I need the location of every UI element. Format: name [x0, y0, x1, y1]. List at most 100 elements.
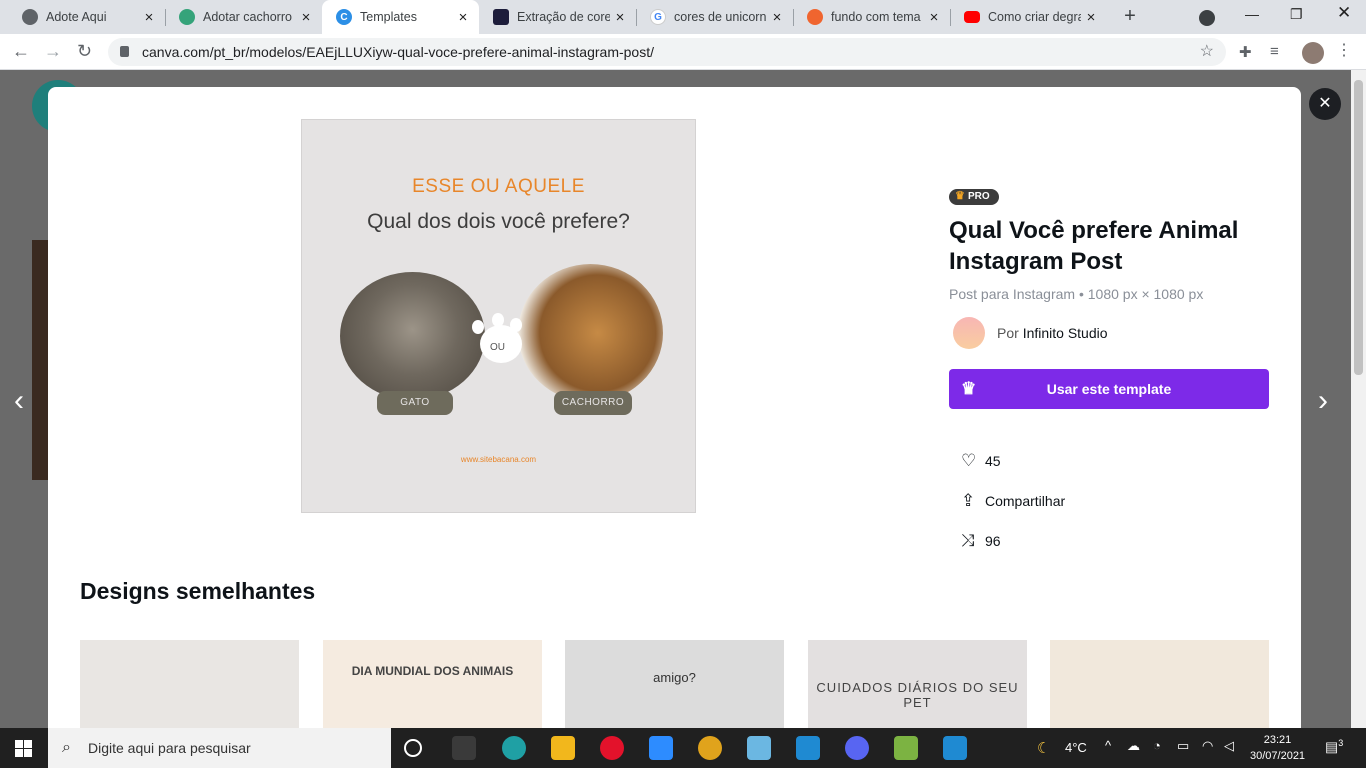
tab-title: Como criar degra: [988, 10, 1081, 24]
clock-date: 30/07/2021: [1250, 750, 1306, 762]
similar-card[interactable]: [80, 640, 299, 728]
template-title: Qual Você prefere Animal Instagram Post: [949, 217, 1239, 275]
wifi-icon[interactable]: ◠: [1202, 738, 1213, 754]
url-text: canva.com/pt_br/modelos/EAEjLLUXiyw-qual…: [142, 44, 654, 60]
windows-start-icon[interactable]: [15, 740, 32, 757]
tab-title: cores de unicorni: [674, 10, 767, 24]
moon-weather-icon[interactable]: ☾: [1037, 739, 1050, 757]
close-tab-icon[interactable]: ×: [139, 9, 159, 26]
scrollbar-thumb[interactable]: [1354, 80, 1363, 375]
tab-adote-aqui[interactable]: Adote Aqui ×: [8, 0, 166, 34]
remix-count: 96: [985, 533, 1001, 549]
template-modal: ESSE OU AQUELE Qual dos dois você prefer…: [48, 87, 1301, 728]
menu-icon[interactable]: ⋮: [1336, 40, 1352, 60]
profile-avatar[interactable]: [1302, 42, 1324, 64]
forward-icon[interactable]: →: [44, 41, 62, 62]
network-icon[interactable]: ◔: [1153, 738, 1161, 753]
similar-card[interactable]: DIA MUNDIAL DOS ANIMAIS: [323, 640, 542, 728]
clock[interactable]: 23:21 30/07/2021: [1250, 732, 1305, 764]
previous-arrow-icon[interactable]: ‹: [14, 384, 24, 418]
opera-icon[interactable]: [600, 736, 624, 760]
back-icon[interactable]: ←: [12, 41, 30, 62]
cloud-icon[interactable]: ☁: [1127, 738, 1140, 754]
maximize-icon[interactable]: ❐: [1290, 6, 1303, 23]
file-explorer-icon[interactable]: [551, 736, 575, 760]
tab-title: Templates: [360, 10, 417, 24]
remix-button[interactable]: ⤨ 96: [961, 531, 1001, 551]
close-tab-icon[interactable]: ×: [610, 9, 630, 26]
media-control-icon[interactable]: ≡: [1270, 43, 1279, 60]
label-cachorro: CACHORRO: [554, 391, 632, 415]
clock-time: 23:21: [1263, 734, 1292, 746]
close-tab-icon[interactable]: ×: [1081, 9, 1101, 26]
tab-templates[interactable]: C Templates ×: [322, 0, 479, 34]
tray-chevron-icon[interactable]: ^: [1105, 738, 1111, 753]
task-view-icon[interactable]: [452, 736, 476, 760]
windows-taskbar: ⌕ Digite aqui para pesquisar ☾ 4°C ^ ☁ ◔…: [0, 728, 1366, 768]
tab-title: Extração de cores: [517, 10, 610, 24]
brave-icon: [807, 9, 823, 25]
paw-icon: [179, 9, 195, 25]
notifications-icon[interactable]: ▤3: [1325, 738, 1343, 756]
chrome-icon[interactable]: [698, 736, 722, 760]
tab-fundo-tema[interactable]: fundo com tema ×: [793, 0, 951, 34]
tab-criar-degrade[interactable]: Como criar degra ×: [950, 0, 1107, 34]
author-name[interactable]: Infinito Studio: [1023, 325, 1108, 341]
author-avatar[interactable]: [953, 317, 985, 349]
youtube-icon: [964, 11, 980, 23]
like-button[interactable]: ♡ 45: [961, 451, 1001, 471]
search-placeholder: Digite aqui para pesquisar: [88, 740, 251, 756]
page-scrollbar[interactable]: [1351, 70, 1366, 728]
zoom-icon[interactable]: [649, 736, 673, 760]
cat-photo: [340, 272, 485, 400]
close-modal-button[interactable]: ✕: [1309, 88, 1341, 120]
bookmark-star-icon[interactable]: ☆: [1200, 38, 1214, 66]
reload-icon[interactable]: ↻: [77, 41, 92, 62]
share-button[interactable]: ⇪ Compartilhar: [961, 491, 1065, 511]
taskbar-search-input[interactable]: ⌕ Digite aqui para pesquisar: [48, 728, 391, 768]
like-count: 45: [985, 453, 1001, 469]
share-icon: ⇪: [961, 491, 976, 510]
pro-badge: ♛ PRO: [949, 189, 999, 205]
close-tab-icon[interactable]: ×: [296, 9, 316, 26]
tab-adotar-cachorro[interactable]: Adotar cachorro ×: [165, 0, 322, 34]
tab-extracao-cores[interactable]: Extração de cores ×: [479, 0, 637, 34]
dog-photo: [518, 264, 663, 402]
page-backdrop: ESSE OU AQUELE Qual dos dois você prefer…: [0, 70, 1366, 728]
tab-cores-unicornio[interactable]: G cores de unicorni ×: [636, 0, 794, 34]
tab-search-icon[interactable]: [1199, 10, 1215, 26]
vscode-icon[interactable]: [796, 736, 820, 760]
address-bar[interactable]: canva.com/pt_br/modelos/EAEjLLUXiyw-qual…: [108, 38, 1226, 66]
tab-title: fundo com tema: [831, 10, 921, 24]
new-tab-button[interactable]: +: [1119, 5, 1141, 27]
similar-card[interactable]: [1050, 640, 1269, 728]
close-tab-icon[interactable]: ×: [924, 9, 944, 26]
gitkraken-icon[interactable]: [894, 736, 918, 760]
similar-card[interactable]: amigo?: [565, 640, 784, 728]
vscode-icon[interactable]: [943, 736, 967, 760]
battery-icon[interactable]: ▭: [1177, 738, 1189, 754]
cortana-icon[interactable]: [404, 739, 422, 757]
author-line: Por Infinito Studio: [997, 325, 1108, 341]
heart-icon: ♡: [961, 451, 977, 470]
template-preview[interactable]: ESSE OU AQUELE Qual dos dois você prefer…: [301, 119, 696, 513]
similar-card[interactable]: CUIDADOS DIÁRIOS DO SEU PET: [808, 640, 1027, 728]
card-caption: CUIDADOS DIÁRIOS DO SEU PET: [816, 680, 1019, 710]
template-eyebrow: ESSE OU AQUELE: [412, 176, 585, 197]
close-window-icon[interactable]: ✕: [1337, 3, 1351, 23]
close-tab-icon[interactable]: ×: [767, 9, 787, 26]
edge-icon[interactable]: [502, 736, 526, 760]
volume-icon[interactable]: ◁: [1224, 738, 1234, 754]
use-template-button[interactable]: ♛ Usar este template: [949, 369, 1269, 409]
next-arrow-icon[interactable]: ›: [1318, 384, 1328, 418]
template-connector: OU: [490, 342, 505, 353]
minimize-icon[interactable]: —: [1245, 6, 1259, 22]
extensions-icon[interactable]: ✚: [1239, 43, 1252, 61]
globe-icon: [22, 9, 38, 25]
close-tab-icon[interactable]: ×: [453, 9, 473, 26]
extraction-icon: [493, 9, 509, 25]
discord-icon[interactable]: [845, 736, 869, 760]
notification-count: 3: [1338, 738, 1344, 748]
notepad-icon[interactable]: [747, 736, 771, 760]
weather-temperature[interactable]: 4°C: [1065, 740, 1087, 755]
